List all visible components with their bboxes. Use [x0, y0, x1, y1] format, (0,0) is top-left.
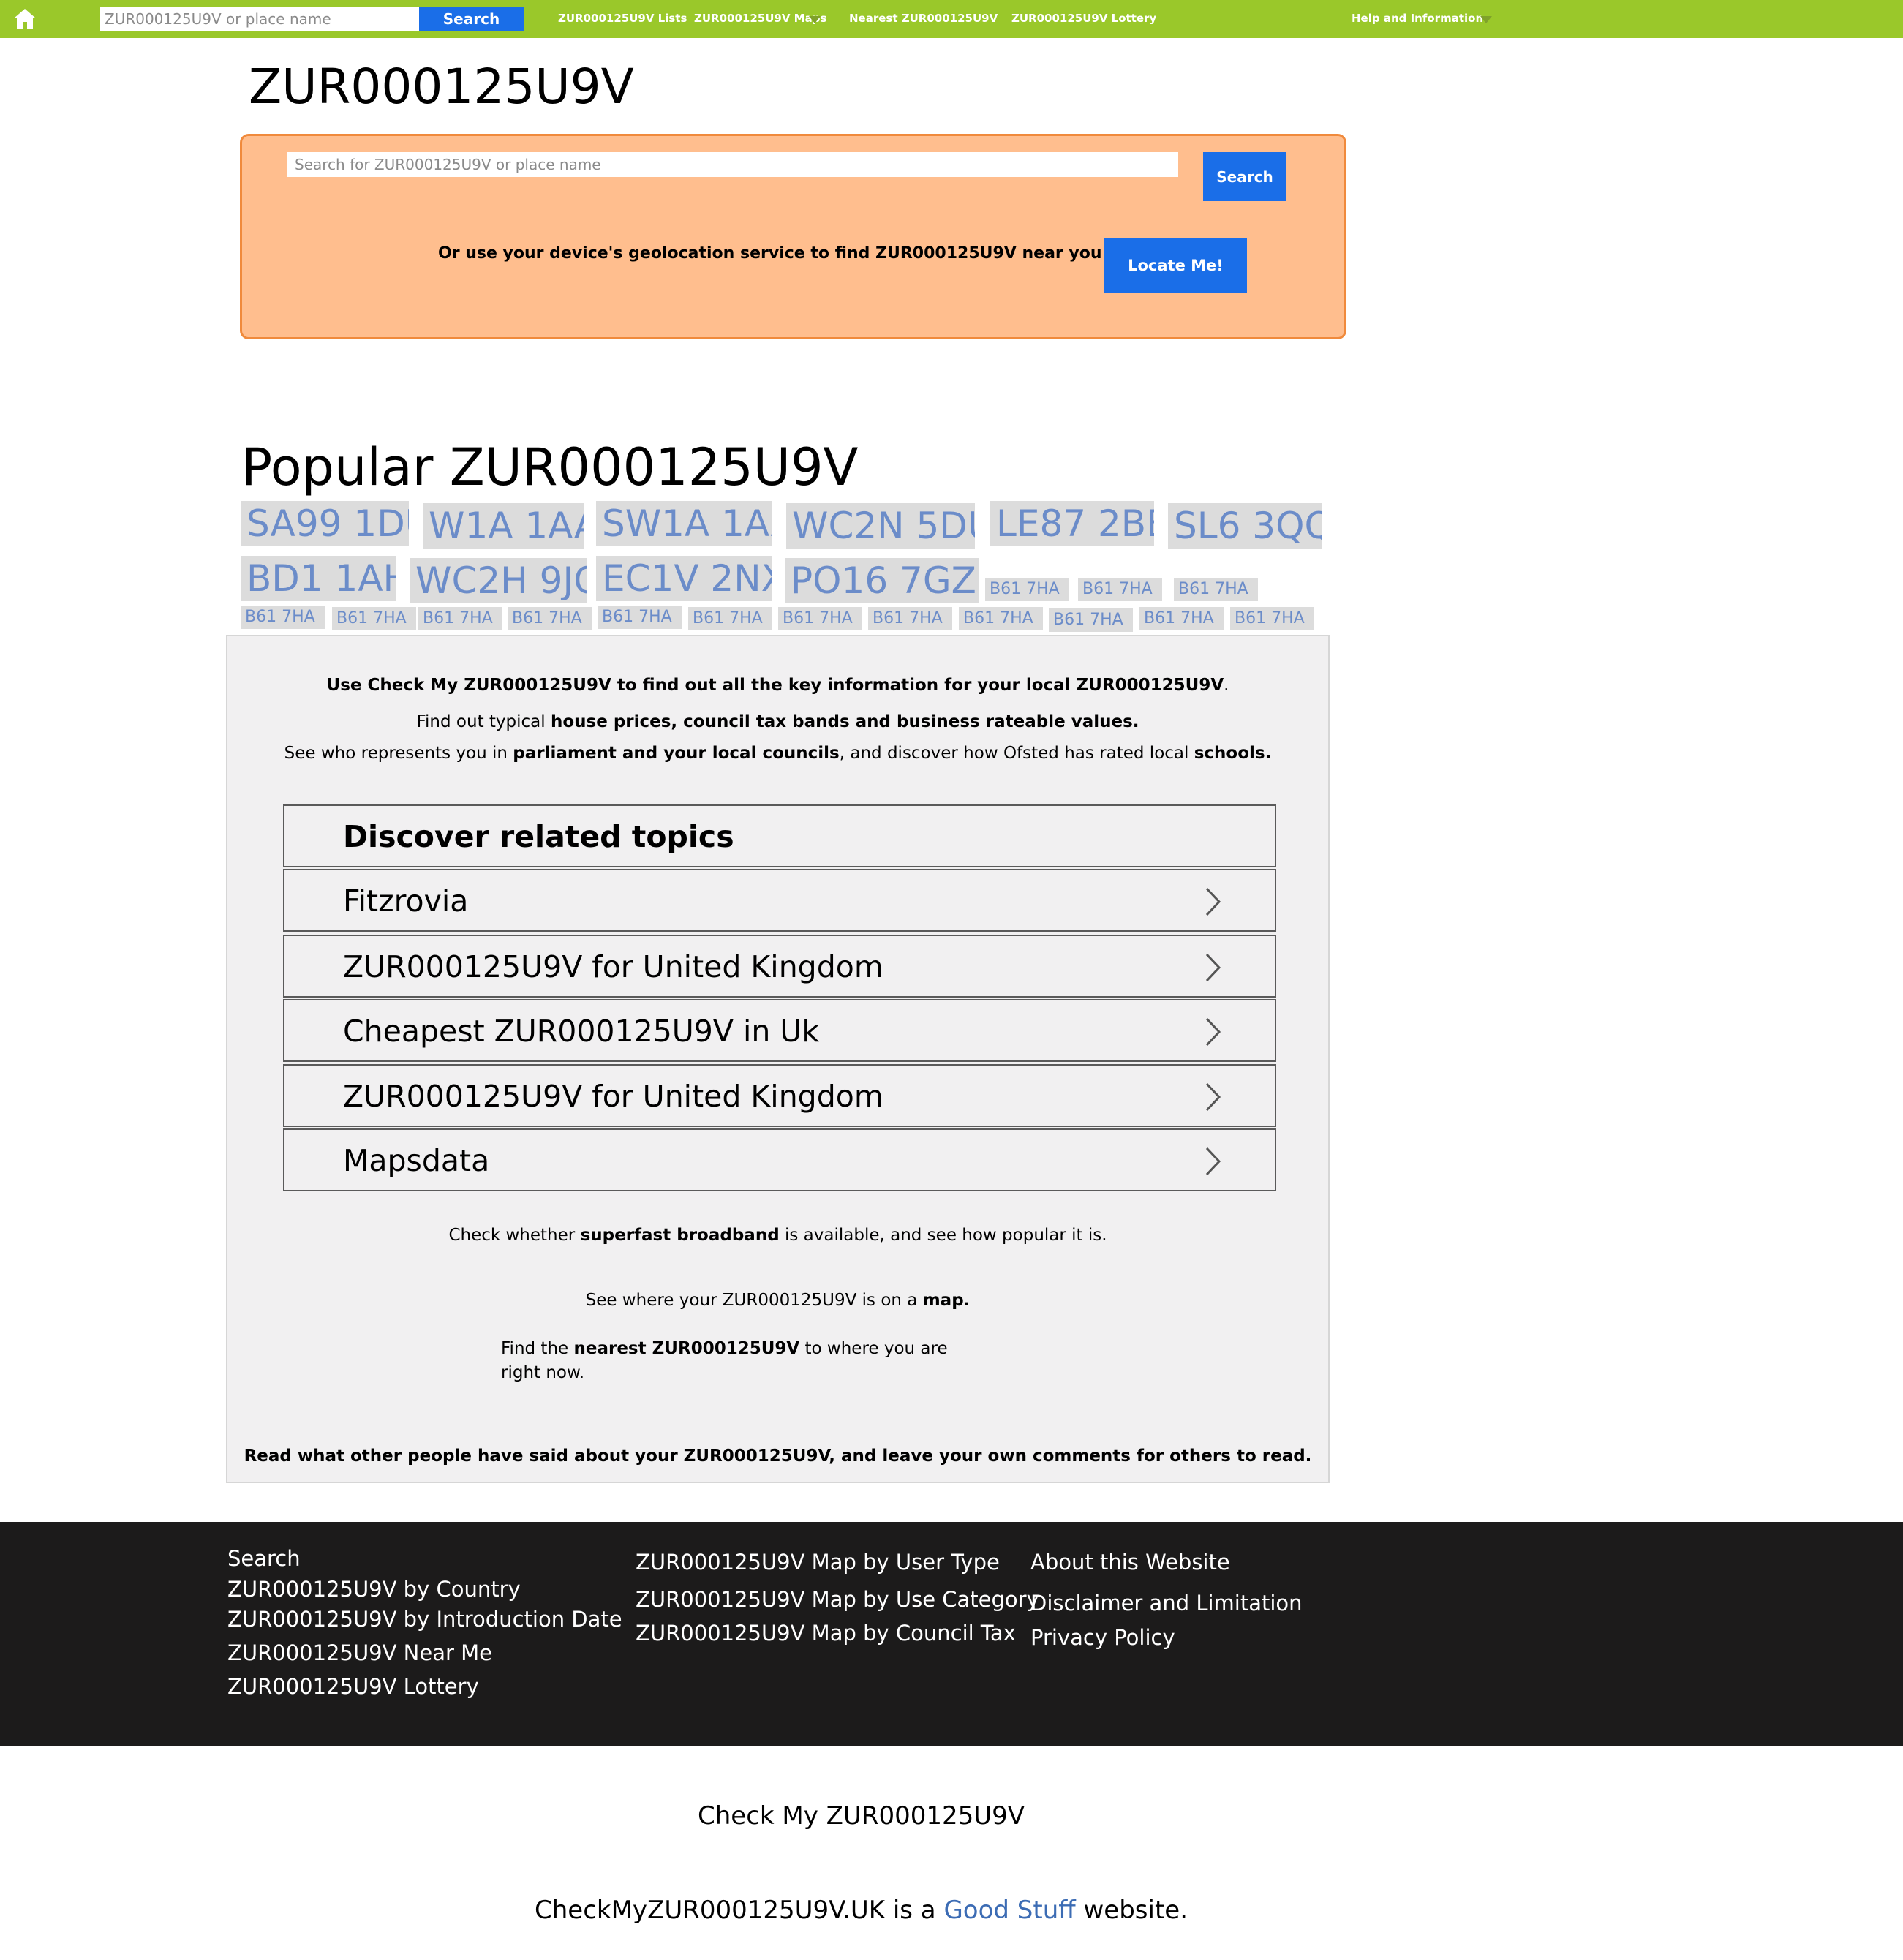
comments-text: Read what other people have said about y…	[244, 1447, 1312, 1466]
popular-tag[interactable]: PO16 7GZ	[785, 558, 979, 603]
footer-link-by-date[interactable]: ZUR000125U9V by Introduction Date	[227, 1607, 622, 1632]
popular-tag[interactable]: SL6 3QQ	[1168, 503, 1322, 549]
chevron-down-icon[interactable]	[809, 16, 821, 23]
broadband-text: Check whether superfast broadband is ava…	[448, 1226, 1107, 1245]
nav-link-maps[interactable]: ZUR000125U9V Maps	[694, 12, 826, 25]
topic-item[interactable]: ZUR000125U9V for United Kingdom	[283, 1064, 1276, 1127]
chevron-right-icon	[1205, 1082, 1221, 1112]
page-title: ZUR000125U9V	[249, 59, 634, 115]
popular-tag-small[interactable]: B61 7HA	[868, 607, 952, 630]
representatives-text: See who represents you in parliament and…	[284, 744, 1272, 763]
topic-label: Cheapest ZUR000125U9V in Uk	[343, 1014, 820, 1049]
popular-tag-small[interactable]: B61 7HA	[1230, 607, 1314, 630]
search-input[interactable]	[287, 152, 1178, 177]
footer-link-by-country[interactable]: ZUR000125U9V by Country	[227, 1577, 521, 1602]
popular-tag-small[interactable]: B61 7HA	[985, 578, 1069, 601]
top-nav-bar: Search ZUR000125U9V Lists ZUR000125U9V M…	[0, 0, 1903, 38]
popular-heading: Popular ZUR000125U9V	[241, 437, 859, 497]
good-stuff-link[interactable]: Good Stuff	[943, 1896, 1075, 1925]
topic-label: Mapsdata	[343, 1143, 490, 1178]
popular-tag-small[interactable]: B61 7HA	[332, 607, 416, 630]
popular-tag[interactable]: W1A 1AA	[423, 503, 584, 549]
geolocation-text: Or use your device's geolocation service…	[438, 244, 1102, 263]
related-topics-header: Discover related topics	[283, 804, 1276, 867]
topic-item[interactable]: ZUR000125U9V for United Kingdom	[283, 935, 1276, 998]
home-icon[interactable]	[12, 7, 37, 30]
chevron-right-icon	[1205, 953, 1221, 982]
nav-link-help[interactable]: Help and Information	[1352, 12, 1483, 25]
popular-tag[interactable]: SW1A 1AA	[596, 501, 772, 546]
footer-link-map-use-category[interactable]: ZUR000125U9V Map by Use Category	[636, 1587, 1039, 1612]
footer-link-disclaimer[interactable]: Disclaimer and Limitation	[1030, 1591, 1303, 1616]
top-search-input[interactable]	[100, 7, 419, 31]
topic-label: ZUR000125U9V for United Kingdom	[343, 1079, 883, 1114]
nav-link-lists[interactable]: ZUR000125U9V Lists	[558, 12, 687, 25]
nearest-text: Find the nearest ZUR000125U9V to where y…	[501, 1339, 948, 1382]
brand-name: Check My ZUR000125U9V	[697, 1801, 1025, 1831]
popular-tag-small[interactable]: B61 7HA	[508, 607, 592, 630]
intro-text: Use Check My ZUR000125U9V to find out al…	[326, 676, 1229, 695]
popular-tag-small[interactable]: B61 7HA	[1174, 578, 1258, 601]
footer-link-map-user-type[interactable]: ZUR000125U9V Map by User Type	[636, 1550, 1000, 1575]
map-text: See where your ZUR000125U9V is on a map.	[585, 1291, 971, 1310]
chevron-right-icon	[1205, 1147, 1221, 1176]
popular-tag-small[interactable]: B61 7HA	[778, 607, 862, 630]
popular-tag-small[interactable]: B61 7HA	[688, 607, 772, 630]
prices-text: Find out typical house prices, council t…	[416, 712, 1139, 731]
popular-tag-small[interactable]: B61 7HA	[598, 606, 682, 629]
footer-link-privacy[interactable]: Privacy Policy	[1030, 1625, 1175, 1650]
footer-link-search[interactable]: Search	[227, 1546, 301, 1571]
related-topics-title: Discover related topics	[343, 819, 734, 854]
nav-link-nearest[interactable]: Nearest ZUR000125U9V	[849, 12, 998, 25]
topic-label: Fitzrovia	[343, 883, 469, 919]
popular-tag[interactable]: LE87 2BB	[990, 501, 1154, 546]
footer: Search ZUR000125U9V by Country ZUR000125…	[0, 1522, 1903, 1746]
locate-me-button[interactable]: Locate Me!	[1104, 238, 1247, 293]
popular-tag-small[interactable]: B61 7HA	[1049, 608, 1133, 632]
footer-link-about[interactable]: About this Website	[1030, 1550, 1230, 1575]
search-button[interactable]: Search	[1203, 152, 1286, 201]
topic-item[interactable]: Cheapest ZUR000125U9V in Uk	[283, 999, 1276, 1062]
footer-link-map-council-tax[interactable]: ZUR000125U9V Map by Council Tax	[636, 1621, 1016, 1646]
footer-link-lottery[interactable]: ZUR000125U9V Lottery	[227, 1674, 479, 1699]
info-box: Use Check My ZUR000125U9V to find out al…	[226, 635, 1330, 1483]
topic-item[interactable]: Mapsdata	[283, 1128, 1276, 1191]
popular-tag[interactable]: WC2N 5DU	[786, 503, 975, 549]
brand-tagline: CheckMyZUR000125U9V.UK is a Good Stuff w…	[534, 1896, 1188, 1925]
topic-label: ZUR000125U9V for United Kingdom	[343, 949, 883, 984]
chevron-right-icon	[1205, 887, 1221, 916]
popular-tag[interactable]: WC2H 9JQ	[410, 558, 587, 603]
nav-link-lottery[interactable]: ZUR000125U9V Lottery	[1011, 12, 1156, 25]
popular-tag[interactable]: EC1V 2NX	[596, 556, 772, 601]
popular-tag-small[interactable]: B61 7HA	[418, 607, 502, 630]
popular-tag[interactable]: BD1 1AH	[241, 556, 396, 601]
top-search-button[interactable]: Search	[419, 7, 524, 31]
search-panel: Search Or use your device's geolocation …	[240, 134, 1346, 339]
footer-link-near-me[interactable]: ZUR000125U9V Near Me	[227, 1640, 492, 1665]
popular-tag-small[interactable]: B61 7HA	[241, 606, 325, 629]
popular-tag[interactable]: SA99 1DU	[241, 501, 409, 546]
topic-item[interactable]: Fitzrovia	[283, 869, 1276, 932]
popular-tag-small[interactable]: B61 7HA	[959, 607, 1043, 630]
chevron-right-icon	[1205, 1017, 1221, 1047]
popular-tag-small[interactable]: B61 7HA	[1078, 578, 1162, 601]
popular-tag-small[interactable]: B61 7HA	[1139, 607, 1224, 630]
chevron-down-icon[interactable]	[1480, 16, 1492, 23]
